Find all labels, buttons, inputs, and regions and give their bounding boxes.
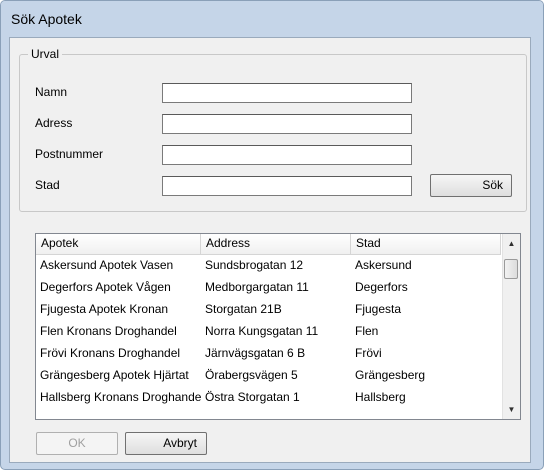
postal-code-label: Postnummer bbox=[35, 147, 104, 161]
row-city: Frövi bbox=[355, 346, 382, 360]
list-row[interactable]: Degerfors Apotek Vågen Medborgargatan 11… bbox=[36, 277, 501, 299]
row-pharmacy: Degerfors Apotek Vågen bbox=[40, 280, 171, 294]
title-bar[interactable]: Sök Apotek bbox=[1, 1, 543, 37]
row-city: Hallsberg bbox=[355, 390, 406, 404]
row-address: Medborgargatan 11 bbox=[205, 280, 309, 294]
row-pharmacy: Flen Kronans Droghandel bbox=[40, 324, 177, 338]
row-pharmacy: Askersund Apotek Vasen bbox=[40, 258, 174, 272]
name-input[interactable] bbox=[162, 83, 412, 103]
ok-button[interactable]: OK bbox=[36, 432, 118, 455]
row-pharmacy: Hallsberg Kronans Droghandel bbox=[40, 390, 201, 404]
list-row[interactable]: Fjugesta Apotek Kronan Storgatan 21B Fju… bbox=[36, 299, 501, 321]
row-address: Storgatan 21B bbox=[205, 302, 282, 316]
dialog-client: Urval Namn Adress Postnummer Stad Sök Ap… bbox=[9, 37, 531, 463]
search-button[interactable]: Sök bbox=[430, 174, 512, 197]
cancel-button[interactable]: Avbryt bbox=[125, 432, 207, 455]
row-city: Grängesberg bbox=[355, 368, 426, 382]
row-address: Järnvägsgatan 6 B bbox=[205, 346, 306, 360]
row-city: Askersund bbox=[355, 258, 412, 272]
column-header-pharmacy[interactable]: Apotek bbox=[36, 234, 201, 254]
list-row[interactable]: Grängesberg Apotek Hjärtat Örabergsvägen… bbox=[36, 365, 501, 387]
column-header-address[interactable]: Address bbox=[201, 234, 351, 254]
scroll-down-arrow-icon[interactable]: ▼ bbox=[503, 401, 520, 418]
row-address: Östra Storgatan 1 bbox=[205, 390, 300, 404]
filter-legend: Urval bbox=[28, 47, 63, 61]
window-title: Sök Apotek bbox=[11, 11, 82, 27]
pharmacy-list[interactable]: Apotek Address Stad Askersund Apotek Vas… bbox=[35, 233, 521, 420]
list-row[interactable]: Askersund Apotek Vasen Sundsbrogatan 12 … bbox=[36, 255, 501, 277]
row-pharmacy: Frövi Kronans Droghandel bbox=[40, 346, 181, 360]
row-city: Degerfors bbox=[355, 280, 408, 294]
list-row[interactable]: Hallsberg Kronans Droghandel Östra Storg… bbox=[36, 387, 501, 409]
name-label: Namn bbox=[35, 85, 68, 99]
dialog-window: Sök Apotek Urval Namn Adress Postnummer … bbox=[0, 0, 544, 470]
address-input[interactable] bbox=[162, 114, 412, 134]
city-label: Stad bbox=[35, 178, 60, 192]
list-row[interactable]: Frövi Kronans Droghandel Järnvägsgatan 6… bbox=[36, 343, 501, 365]
row-city: Flen bbox=[355, 324, 379, 338]
row-pharmacy: Fjugesta Apotek Kronan bbox=[40, 302, 169, 316]
row-city: Fjugesta bbox=[355, 302, 402, 316]
scrollbar-thumb[interactable] bbox=[504, 259, 518, 279]
row-address: Örabergsvägen 5 bbox=[205, 368, 298, 382]
city-input[interactable] bbox=[162, 176, 412, 196]
list-header: Apotek Address Stad bbox=[36, 234, 501, 255]
list-row[interactable]: Flen Kronans Droghandel Norra Kungsgatan… bbox=[36, 321, 501, 343]
row-address: Sundsbrogatan 12 bbox=[205, 258, 304, 272]
vertical-scrollbar[interactable]: ▲ ▼ bbox=[502, 234, 520, 419]
row-address: Norra Kungsgatan 11 bbox=[205, 324, 319, 338]
column-header-city[interactable]: Stad bbox=[351, 234, 501, 254]
address-label: Adress bbox=[35, 116, 73, 130]
row-pharmacy: Grängesberg Apotek Hjärtat bbox=[40, 368, 189, 382]
postal-code-input[interactable] bbox=[162, 145, 412, 165]
scroll-up-arrow-icon[interactable]: ▲ bbox=[503, 235, 520, 252]
